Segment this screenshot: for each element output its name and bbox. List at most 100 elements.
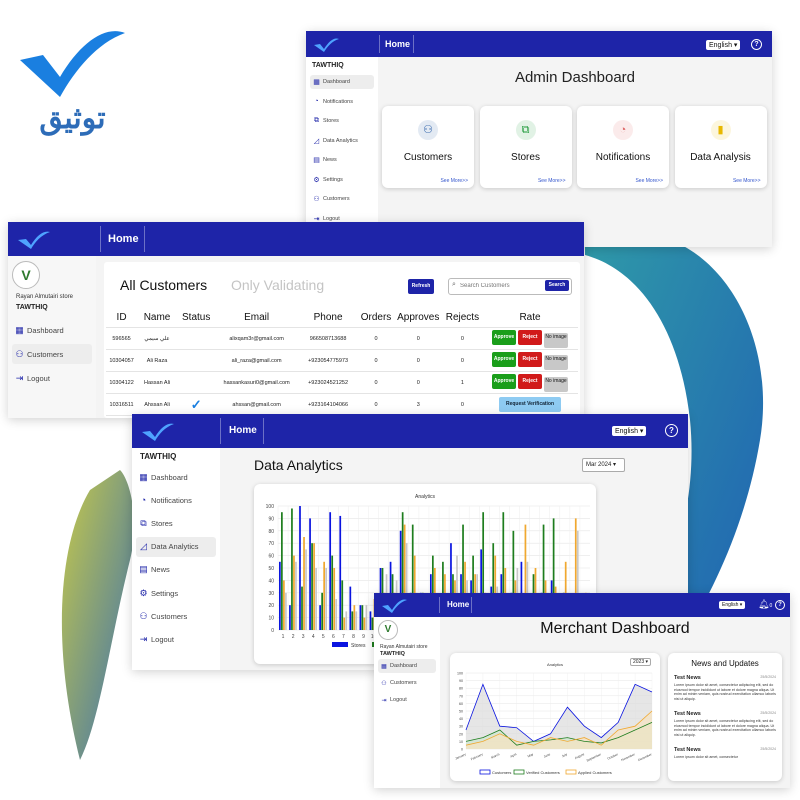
sidebar-item-label: Data Analytics: [323, 137, 358, 144]
home-link[interactable]: Home: [229, 425, 257, 436]
sidebar-item-notifications[interactable]: ◔ Notifications: [136, 490, 216, 510]
x-tick-label: November: [620, 752, 636, 762]
sidebar-item-data-analytics[interactable]: ◿ Data Analytics: [310, 134, 374, 148]
cell-orders: 0: [358, 393, 394, 416]
request-verification-button[interactable]: Request Verification: [499, 397, 562, 412]
home-link[interactable]: Home: [385, 39, 410, 49]
sidebar-item-dashboard[interactable]: ▦ Dashboard: [136, 467, 216, 487]
home-link[interactable]: Home: [447, 600, 469, 609]
help-icon[interactable]: ?: [751, 39, 762, 50]
sidebar-item-settings[interactable]: ⚙ Settings: [136, 583, 216, 603]
news-item-body: Lorem ipsum dolor sit amet, consectetur: [674, 755, 738, 759]
app-name: TAWTHIQ: [16, 304, 48, 311]
users-icon: ⚇: [313, 196, 320, 203]
search-icon: ⌕: [452, 281, 456, 288]
x-tick-label: 5: [322, 634, 325, 640]
bar: [323, 561, 326, 630]
help-icon[interactable]: ?: [665, 424, 678, 437]
see-more-link[interactable]: See More>>: [635, 178, 663, 184]
cell-approves: 3: [393, 393, 443, 416]
reject-button[interactable]: Reject: [518, 373, 543, 389]
sidebar-item-logout[interactable]: ⇥ Logout: [378, 693, 436, 707]
card-stores[interactable]: ⧉ Stores See More>>: [479, 106, 572, 188]
customers-topbar: Home: [8, 222, 584, 256]
reject-button[interactable]: Reject: [518, 351, 543, 367]
no-image-button[interactable]: No image: [544, 354, 569, 370]
month-select[interactable]: Mar 2024 ▾: [582, 458, 625, 472]
sidebar-item-dashboard[interactable]: ▦ Dashboard: [378, 659, 436, 673]
verified-check-icon: ✓: [190, 396, 202, 412]
search-input[interactable]: [460, 280, 536, 291]
sidebar-item-data-analytics[interactable]: ◿ Data Analytics: [136, 536, 216, 557]
legend-swatch: [565, 769, 577, 775]
x-tick-label: October: [607, 752, 620, 761]
checkmark-logo-icon: [20, 31, 125, 97]
cell-orders: 0: [358, 371, 394, 394]
sidebar-item-label: Settings: [151, 588, 179, 598]
card-customers[interactable]: ⚇ Customers See More>>: [382, 106, 474, 188]
sidebar-item-customers[interactable]: ⚇ Customers: [378, 676, 436, 690]
admin-sidebar: TAWTHIQ ▦ Dashboard ◔ Notifications ⧉ Stores ◿…: [306, 57, 378, 247]
search-button[interactable]: Search: [545, 280, 569, 291]
legend-label: Stores: [351, 643, 366, 649]
year-select[interactable]: 2023 ▾: [630, 658, 652, 666]
logout-icon: ⇥: [381, 697, 387, 704]
approve-button[interactable]: Approve: [492, 329, 517, 345]
sidebar-item-settings[interactable]: ⚙ Settings: [310, 173, 374, 187]
sidebar-item-notifications[interactable]: ◔ Notifications: [310, 95, 374, 109]
sidebar-item-news[interactable]: ▤ News: [310, 153, 374, 167]
sidebar-item-dashboard[interactable]: ▦ Dashboard: [12, 320, 92, 340]
sidebar-item-news[interactable]: ▤ News: [136, 560, 216, 580]
bar: [363, 617, 366, 630]
tab-only-validating[interactable]: Only Validating: [231, 277, 324, 293]
sidebar-item-logout[interactable]: ⇥ Logout: [136, 629, 216, 649]
sidebar-item-dashboard[interactable]: ▦ Dashboard: [310, 75, 374, 89]
tab-all-customers[interactable]: All Customers: [120, 277, 207, 293]
x-tick-label: 8: [352, 634, 355, 640]
x-tick-label: 3: [302, 634, 305, 640]
see-more-link[interactable]: See More>>: [733, 178, 761, 184]
cell-email: ahssan@gmail.com: [215, 393, 298, 416]
cell-rejects: 0: [442, 349, 483, 372]
help-icon[interactable]: ?: [775, 600, 785, 610]
news-item-title[interactable]: Test News: [674, 747, 701, 753]
see-more-link[interactable]: See More>>: [440, 178, 468, 184]
see-more-link[interactable]: See More>>: [538, 178, 566, 184]
bell-icon[interactable]: 🔔︎0: [758, 599, 772, 610]
x-tick-label: July: [561, 752, 568, 758]
approve-button[interactable]: Approve: [492, 373, 517, 389]
store-avatar: V: [12, 261, 40, 289]
sidebar-item-customers[interactable]: ⚇ Customers: [136, 606, 216, 626]
y-tick-label: 100: [457, 672, 463, 676]
news-item-date: 25/5/2024: [760, 675, 776, 679]
card-data-analysis[interactable]: ▮ Data Analysis See More>>: [674, 106, 767, 188]
news-item-title[interactable]: Test News: [674, 711, 701, 717]
sidebar-item-label: Logout: [323, 215, 340, 222]
bar: [285, 592, 287, 630]
news-panel: News and Updates Test News 25/5/2024 Lorem…: [668, 653, 782, 781]
table-row: 10304122 Hassan Ali hassankasuri0@gmail.co…: [106, 371, 578, 394]
card-notifications[interactable]: ◔ Notifications See More>>: [577, 106, 669, 188]
refresh-button[interactable]: Refresh: [408, 279, 434, 294]
no-image-button[interactable]: No image: [544, 376, 569, 392]
language-select[interactable]: English ▾: [706, 40, 741, 50]
no-image-button[interactable]: No image: [544, 332, 569, 348]
bar: [369, 611, 372, 630]
sidebar-item-customers[interactable]: ⚇ Customers: [12, 344, 92, 364]
language-select[interactable]: English ▾: [612, 426, 647, 436]
brand-logo-icon: [382, 599, 407, 613]
sidebar-item-customers[interactable]: ⚇ Customers: [310, 192, 374, 206]
sidebar-item-label: Settings: [323, 176, 343, 183]
cell-status: ✓: [176, 393, 216, 416]
admin-topbar: Home English ▾ ?: [306, 31, 772, 57]
approve-button[interactable]: Approve: [492, 351, 517, 367]
sidebar-item-stores[interactable]: ⧉ Stores: [310, 114, 374, 128]
reject-button[interactable]: Reject: [518, 329, 543, 345]
store-avatar: V: [378, 620, 398, 640]
language-select[interactable]: English ▾: [719, 601, 746, 609]
home-link[interactable]: Home: [108, 233, 139, 245]
sidebar-item-logout[interactable]: ⇥ Logout: [12, 368, 92, 388]
chart-title: Analytics: [415, 494, 436, 500]
sidebar-item-stores[interactable]: ⧉ Stores: [136, 513, 216, 533]
news-item-title[interactable]: Test News: [674, 675, 701, 681]
